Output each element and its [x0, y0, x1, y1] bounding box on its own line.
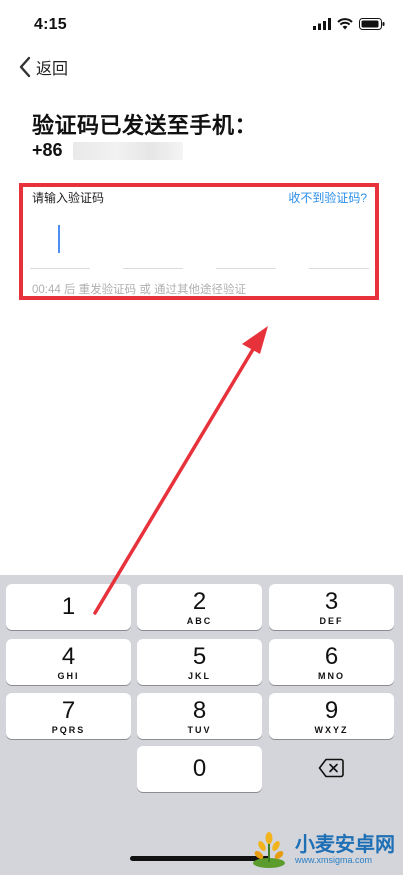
key-0[interactable]: 0 — [137, 746, 262, 792]
key-digit: 0 — [192, 755, 207, 782]
key-6[interactable]: 6 MNO — [269, 639, 394, 685]
key-digit: 1 — [61, 593, 76, 620]
key-letters: JKL — [187, 671, 211, 681]
status-icons — [313, 18, 385, 30]
key-1[interactable]: 1 — [6, 584, 131, 630]
key-8[interactable]: 8 TUV — [137, 693, 262, 739]
resend-countdown: 00:44 后 重发验证码 或 通过其他途径验证 — [32, 284, 247, 296]
status-time: 4:15 — [34, 16, 67, 33]
key-letters: ABC — [186, 616, 213, 626]
key-letters: WXYZ — [314, 725, 349, 735]
key-7[interactable]: 7 PQRS — [6, 693, 131, 739]
watermark: 小麦安卓网 www.xmsigma.com — [249, 830, 395, 870]
key-digit: 4 — [61, 643, 76, 670]
key-digit: 6 — [324, 643, 339, 670]
code-input-label: 请输入验证码 — [32, 191, 105, 205]
key-digit: 8 — [192, 697, 207, 724]
back-button[interactable]: 返回 — [18, 55, 68, 79]
code-digit-2[interactable] — [123, 220, 183, 269]
key-digit: 9 — [324, 697, 339, 724]
key-digit: 3 — [324, 588, 339, 615]
signal-icon — [313, 18, 331, 30]
battery-icon — [359, 18, 385, 30]
chevron-left-icon — [19, 56, 31, 78]
watermark-title: 小麦安卓网 — [295, 834, 395, 856]
watermark-text: 小麦安卓网 www.xmsigma.com — [295, 835, 395, 865]
key-2[interactable]: 2 ABC — [137, 584, 262, 630]
text-cursor — [58, 225, 60, 253]
phone-prefix: +86 — [32, 140, 63, 160]
key-letters: TUV — [187, 725, 212, 735]
key-digit: 7 — [61, 697, 76, 724]
code-digit-4[interactable] — [309, 220, 369, 269]
phone-number-blurred — [72, 141, 183, 160]
key-4[interactable]: 4 GHI — [6, 639, 131, 685]
key-9[interactable]: 9 WXYZ — [269, 693, 394, 739]
code-digit-3[interactable] — [216, 220, 276, 269]
watermark-url: www.xmsigma.com — [295, 855, 373, 865]
phone-number: +86 — [32, 140, 183, 161]
key-letters: PQRS — [51, 725, 86, 735]
key-3[interactable]: 3 DEF — [269, 584, 394, 630]
no-code-link[interactable]: 收不到验证码? — [288, 189, 367, 206]
wheat-logo-icon — [253, 832, 285, 868]
delete-key[interactable] — [268, 745, 393, 791]
key-letters: GHI — [57, 671, 80, 681]
wifi-icon — [337, 18, 353, 30]
key-letters: MNO — [318, 671, 345, 681]
backspace-icon — [318, 758, 344, 778]
key-letters: DEF — [319, 616, 344, 626]
page-title: 验证码已发送至手机： — [32, 113, 258, 138]
code-digit-1[interactable] — [30, 220, 90, 269]
status-bar: 4:15 — [0, 0, 403, 48]
key-digit: 5 — [192, 643, 207, 670]
key-digit: 2 — [192, 588, 207, 615]
back-label: 返回 — [36, 61, 69, 78]
key-5[interactable]: 5 JKL — [137, 639, 262, 685]
